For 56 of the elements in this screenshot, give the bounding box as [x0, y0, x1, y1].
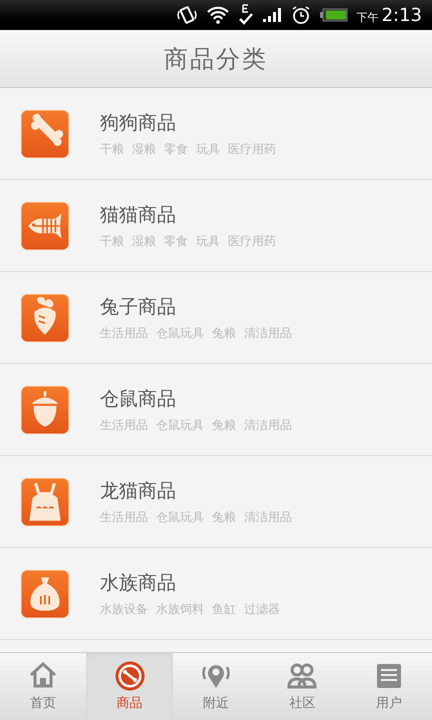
- tab[interactable]: 社区: [259, 653, 346, 720]
- signal-icon: [262, 7, 282, 23]
- subcategory-label: 兔粮: [212, 508, 236, 526]
- tab[interactable]: 首页: [0, 653, 86, 720]
- subcategory-label: 兔粮: [212, 416, 236, 434]
- subcategory-label: 仓鼠玩具: [156, 508, 204, 526]
- page-title: 商品分类: [164, 44, 268, 74]
- category-row[interactable]: 狗狗商品 干粮 湿粮 零食 玩具 医疗用药: [0, 88, 432, 180]
- subcategory-label: 仓鼠玩具: [156, 416, 204, 434]
- subcategory-label: 水族设备: [100, 600, 148, 618]
- category-row[interactable]: 仓鼠商品 生活用品 仓鼠玩具 兔粮 清洁用品: [0, 364, 432, 456]
- subcategory-label: 医疗用药: [228, 232, 276, 250]
- tab[interactable]: 用户: [346, 653, 432, 720]
- subcategory-label: 干粮: [100, 232, 124, 250]
- clock-time: 2:13: [382, 4, 422, 28]
- subcategory-label: 干粮: [100, 140, 124, 158]
- subcategory-label: 清洁用品: [244, 416, 292, 434]
- data-check-icon: [238, 4, 253, 26]
- category-name: 龙猫商品: [100, 479, 177, 504]
- subcategory-label: 兔粮: [212, 324, 236, 342]
- subcategory-label: 医疗用药: [228, 140, 276, 158]
- fish-bones-icon: [20, 200, 70, 250]
- tab[interactable]: 附近: [172, 653, 260, 720]
- acorn-icon: [20, 384, 70, 434]
- subcategory-label: 仓鼠玩具: [156, 324, 204, 342]
- category-name: 仓鼠商品: [100, 387, 177, 412]
- subcategory-label: 生活用品: [100, 508, 148, 526]
- bone-icon: [20, 108, 70, 158]
- subcategory-label: 鱼缸: [212, 600, 236, 618]
- subcategory-label: 过滤器: [244, 600, 280, 618]
- subcategory-label: 玩具: [196, 232, 220, 250]
- subcategory-label: 生活用品: [100, 416, 148, 434]
- category-name: 兔子商品: [100, 295, 177, 320]
- subcategory-label: 零食: [164, 232, 188, 250]
- category-name: 狗狗商品: [100, 111, 177, 136]
- subcategory-label: 水族饲料: [156, 600, 204, 618]
- time-period: 下午: [356, 10, 379, 26]
- subcategory-label: 清洁用品: [244, 508, 292, 526]
- category-row[interactable]: 兔子商品 生活用品 仓鼠玩具 兔粮 清洁用品: [0, 272, 432, 364]
- battery-icon: [320, 8, 348, 22]
- wifi-icon: [206, 5, 230, 25]
- category-row[interactable]: 龙猫商品 生活用品 仓鼠玩具 兔粮 清洁用品: [0, 456, 432, 548]
- subcategory-label: 清洁用品: [244, 324, 292, 342]
- sack-icon: [20, 568, 70, 618]
- category-name: 水族商品: [100, 571, 177, 596]
- subcategory-label: 湿粮: [132, 232, 156, 250]
- subcategory-label: 湿粮: [132, 140, 156, 158]
- carrot-icon: [20, 292, 70, 342]
- alarm-icon: [290, 5, 311, 25]
- subcategory-label: 生活用品: [100, 324, 148, 342]
- subcategory-label: 零食: [164, 140, 188, 158]
- category-row[interactable]: 猫猫商品 干粮 湿粮 零食 玩具 医疗用药: [0, 180, 432, 272]
- category-name: 猫猫商品: [100, 203, 177, 228]
- subcategory-label: 玩具: [196, 140, 220, 158]
- vibrate-icon: [176, 5, 197, 25]
- category-row[interactable]: 水族商品 水族设备 水族饲料 鱼缸 过滤器: [0, 548, 432, 640]
